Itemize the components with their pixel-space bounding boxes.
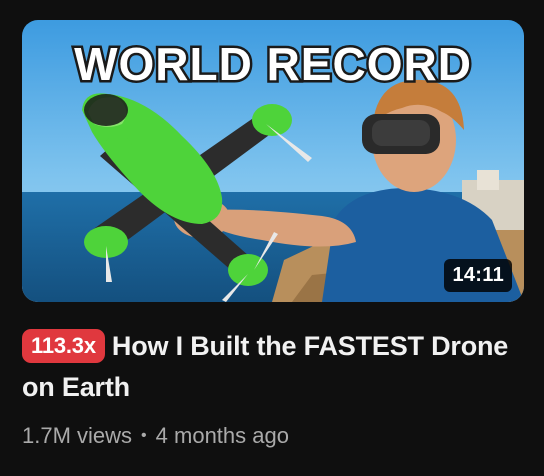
separator-dot: • [141, 427, 147, 444]
thumbnail-overlay-text: WORLD RECORD [74, 38, 472, 90]
video-card[interactable]: WORLD RECORD 14:11 113.3x How I Built the… [0, 0, 544, 476]
duration-badge: 14:11 [444, 259, 512, 292]
video-title-row: 113.3x How I Built the FASTEST Drone on E… [22, 326, 522, 408]
multiplier-badge: 113.3x [22, 329, 105, 363]
view-count: 1.7M views [22, 423, 133, 448]
upload-age: 4 months ago [155, 423, 289, 448]
video-thumbnail[interactable]: WORLD RECORD 14:11 [22, 20, 524, 302]
video-metadata: 1.7M views • 4 months ago [22, 421, 289, 451]
